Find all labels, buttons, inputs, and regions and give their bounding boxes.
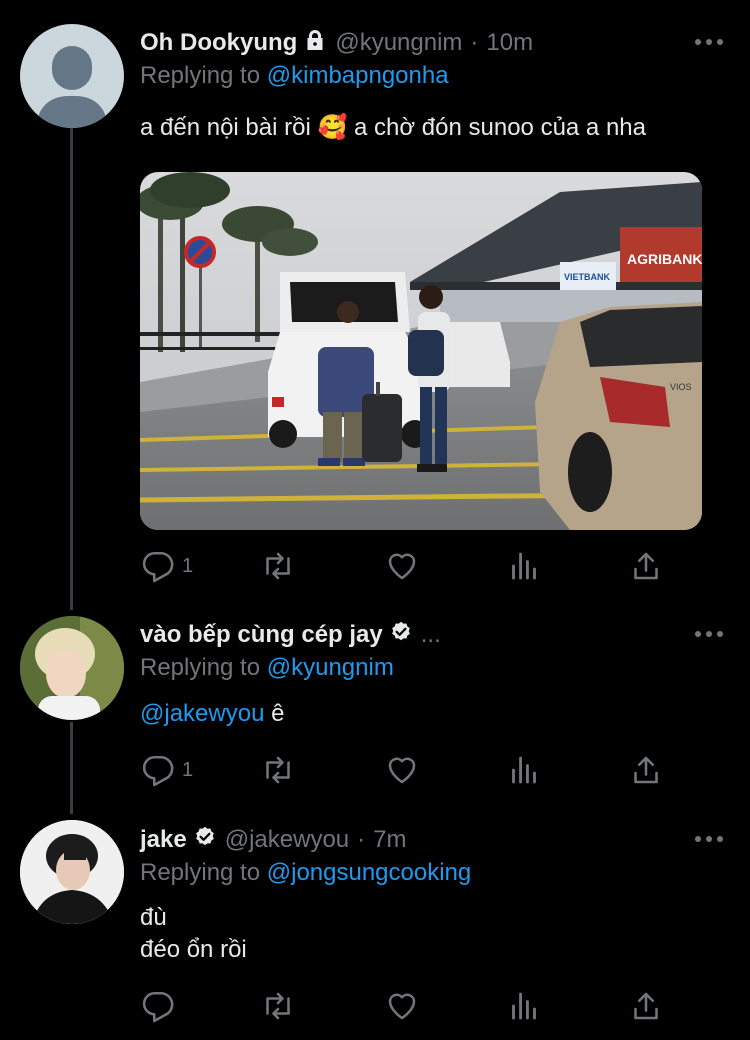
user-handle[interactable]: @kyungnim — [335, 29, 462, 57]
share-button[interactable] — [628, 548, 664, 584]
tweet-text: @jakewyou ê — [140, 698, 284, 730]
display-name[interactable]: Oh Dookyung — [140, 29, 297, 57]
timestamp[interactable]: 10m — [486, 29, 533, 57]
replying-to: Replying to @jongsungcooking — [140, 859, 471, 887]
avatar[interactable] — [20, 616, 124, 720]
analytics-button[interactable] — [506, 752, 542, 788]
more-icon[interactable] — [695, 834, 723, 844]
profile-photo — [20, 616, 124, 720]
separator-dot: · — [357, 826, 366, 853]
retweet-button[interactable] — [260, 548, 296, 584]
like-icon — [388, 993, 416, 1020]
tweet-text-part: a chờ đón sunoo của a nha — [354, 114, 646, 141]
reply-button[interactable]: 1 — [140, 548, 193, 584]
analytics-button[interactable] — [506, 988, 542, 1024]
tweet-actions: 1 — [140, 752, 670, 788]
reply-button[interactable]: 1 — [140, 752, 193, 788]
share-icon — [634, 552, 658, 580]
tweet-actions — [140, 988, 670, 1024]
more-icon[interactable] — [695, 629, 723, 639]
tweet-header: jake @jakewyou · 7m — [140, 823, 406, 857]
smiling-face-hearts-icon: 🥰 — [317, 114, 348, 141]
like-button[interactable] — [384, 548, 420, 584]
default-profile-icon — [38, 46, 106, 128]
airport-curbside-photo: AGRIBANK VIETBANK VIOS — [140, 172, 702, 530]
reply-count: 1 — [182, 554, 194, 577]
reply-icon — [142, 991, 174, 1023]
analytics-icon — [512, 756, 536, 784]
tweet-text-line: đù — [140, 904, 167, 931]
replying-to: Replying to @kyungnim — [140, 654, 394, 682]
replying-to-link[interactable]: @kimbapngonha — [267, 62, 449, 89]
mention-link[interactable]: @jakewyou — [140, 700, 264, 727]
user-handle[interactable]: ... — [421, 621, 441, 649]
user-handle[interactable]: @jakewyou — [225, 826, 349, 854]
separator-dot: · — [470, 29, 479, 56]
retweet-icon — [266, 756, 290, 784]
tweet-header: vào bếp cùng cép jay ... — [140, 618, 441, 652]
like-button[interactable] — [384, 752, 420, 788]
tweet-text: a đến nội bài rồi 🥰 a chờ đón sunoo của … — [140, 112, 646, 144]
analytics-icon — [512, 992, 536, 1020]
replying-prefix: Replying to — [140, 859, 261, 886]
analytics-icon — [512, 552, 536, 580]
reply-button[interactable] — [140, 988, 182, 1024]
tweet-actions: 1 — [140, 548, 670, 584]
display-name[interactable]: vào bếp cùng cép jay — [140, 621, 383, 649]
avatar[interactable] — [20, 820, 124, 924]
tweet[interactable]: jake @jakewyou · 7m Replying to @jongsun… — [0, 806, 750, 1040]
replying-prefix: Replying to — [140, 62, 261, 89]
tweet-photo[interactable]: AGRIBANK VIETBANK VIOS — [140, 172, 702, 530]
timestamp[interactable]: 7m — [373, 826, 406, 854]
retweet-button[interactable] — [260, 988, 296, 1024]
replying-to-link[interactable]: @jongsungcooking — [267, 859, 472, 886]
replying-to-link[interactable]: @kyungnim — [267, 654, 394, 681]
like-icon — [388, 757, 416, 784]
tweet-text-part: a đến nội bài rồi — [140, 114, 311, 141]
reply-icon — [142, 755, 174, 787]
share-icon — [634, 992, 658, 1020]
share-button[interactable] — [628, 988, 664, 1024]
retweet-icon — [266, 992, 290, 1020]
share-icon — [634, 756, 658, 784]
profile-photo — [20, 820, 124, 924]
more-icon[interactable] — [695, 37, 723, 47]
tweet-text-line: đéo ổn rồi — [140, 936, 247, 963]
locked-account-icon — [303, 28, 327, 59]
tweet-text: đù đéo ổn rồi — [140, 902, 247, 966]
analytics-button[interactable] — [506, 548, 542, 584]
verified-badge-icon — [389, 620, 413, 651]
vios-badge: VIOS — [670, 382, 692, 392]
display-name[interactable]: jake — [140, 826, 187, 854]
reply-icon — [142, 551, 174, 583]
vietbank-sign: VIETBANK — [564, 272, 611, 282]
tweet-text-part: ê — [264, 700, 285, 727]
agribank-sign: AGRIBANK — [627, 251, 702, 267]
replying-prefix: Replying to — [140, 654, 261, 681]
retweet-icon — [266, 552, 290, 580]
tweet[interactable]: Oh Dookyung @kyungnim · 10m Replying to … — [0, 0, 750, 600]
replying-to: Replying to @kimbapngonha — [140, 62, 449, 90]
verified-badge-icon — [193, 825, 217, 856]
tweet[interactable]: vào bếp cùng cép jay ... Replying to @ky… — [0, 600, 750, 806]
retweet-button[interactable] — [260, 752, 296, 788]
tweet-header: Oh Dookyung @kyungnim · 10m — [140, 26, 533, 60]
like-icon — [388, 553, 416, 580]
share-button[interactable] — [628, 752, 664, 788]
avatar-default[interactable] — [20, 24, 124, 128]
reply-count: 1 — [182, 758, 194, 781]
like-button[interactable] — [384, 988, 420, 1024]
